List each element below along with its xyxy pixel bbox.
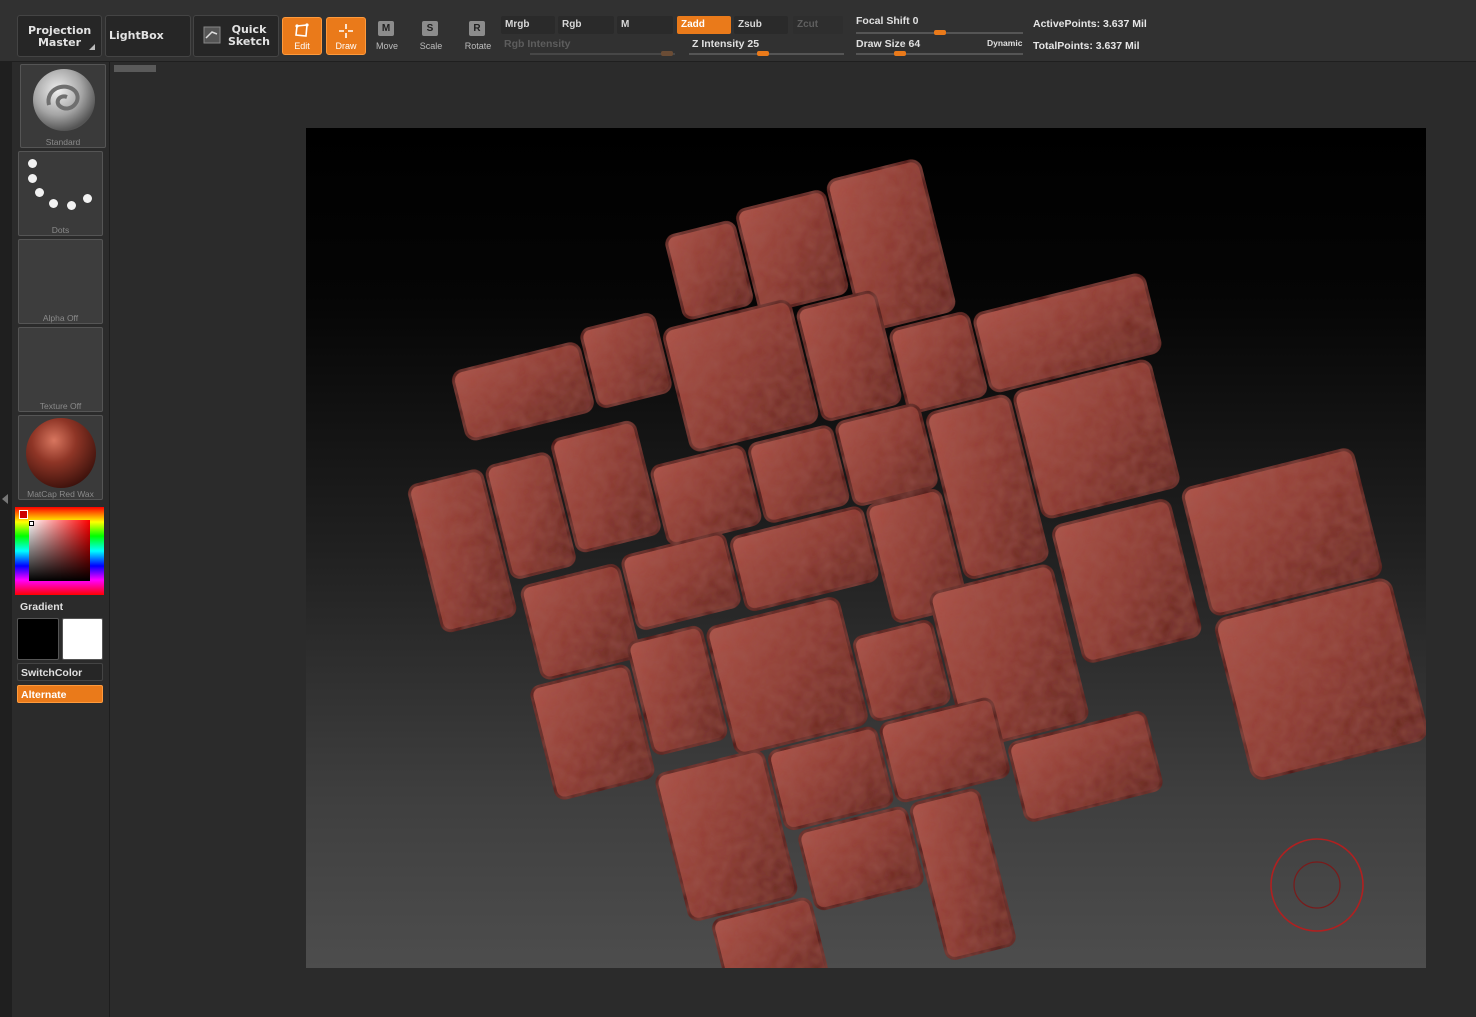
quick-sketch-button[interactable]: Quick Sketch (193, 15, 279, 57)
edit-label: Edit (294, 41, 310, 51)
brush-name: Standard (45, 137, 81, 147)
edit-button[interactable]: Edit (282, 17, 322, 55)
active-points-readout: ActivePoints: 3.637 Mil (1033, 18, 1147, 30)
main-color-swatch[interactable] (17, 618, 59, 660)
draw-size-knob[interactable] (894, 51, 906, 56)
left-tray (0, 62, 12, 1017)
stroke-dot (67, 201, 76, 210)
zcut-button[interactable]: Zcut (793, 16, 843, 34)
scale-label: Scale (419, 41, 443, 51)
material-name: MatCap Red Wax (27, 489, 94, 499)
alpha-selector[interactable]: Alpha Off (18, 239, 103, 324)
draw-label: Draw (335, 41, 357, 51)
focal-shift-label: Focal Shift 0 (856, 15, 919, 27)
z-intensity-knob[interactable] (757, 51, 769, 56)
alpha-name: Alpha Off (42, 313, 79, 323)
edit-icon (295, 23, 309, 37)
rgb-intensity-track[interactable] (530, 53, 675, 55)
alternate-button[interactable]: Alternate (17, 685, 103, 703)
texture-selector[interactable]: Texture Off (18, 327, 103, 412)
scale-button[interactable]: S Scale (412, 17, 450, 55)
total-points-readout: TotalPoints: 3.637 Mil (1033, 40, 1140, 52)
red-wax-sphere-icon (26, 418, 96, 488)
stroke-dot (28, 159, 37, 168)
rgb-intensity-knob[interactable] (661, 51, 673, 56)
document-canvas[interactable] (306, 128, 1426, 968)
mrgb-button[interactable]: Mrgb (501, 16, 555, 34)
left-shelf: Standard Dots Alpha Off Texture Off MatC… (12, 62, 110, 1017)
draw-size-label: Draw Size 64 (856, 38, 921, 50)
switch-color-button[interactable]: SwitchColor (17, 663, 103, 681)
cobblestone-mesh (408, 159, 1426, 968)
color-swatch-marker (19, 510, 28, 519)
tray-expand-arrow-icon[interactable] (2, 494, 8, 504)
projection-master-button[interactable]: Projection Master (17, 15, 102, 57)
draw-crosshair-icon (339, 24, 353, 38)
standard-brush-icon (33, 69, 95, 131)
lightbox-label: LightBox (109, 29, 164, 42)
stroke-selector[interactable]: Dots (18, 151, 103, 236)
m-button[interactable]: M (617, 16, 673, 34)
lightbox-button[interactable]: LightBox (105, 15, 191, 57)
stroke-name: Dots (51, 225, 70, 235)
corner-triangle-icon (89, 44, 95, 50)
zadd-button[interactable]: Zadd (677, 16, 731, 34)
color-picker[interactable] (15, 507, 104, 595)
color-saturation-square[interactable] (29, 520, 90, 581)
rotate-label: Rotate (464, 41, 492, 51)
move-button[interactable]: M Move (368, 17, 406, 55)
texture-name: Texture Off (39, 401, 82, 411)
draw-size-track[interactable] (856, 53, 1023, 55)
focal-shift-knob[interactable] (934, 30, 946, 35)
document-scroll-handle[interactable] (114, 65, 156, 72)
stroke-dot (83, 194, 92, 203)
material-selector[interactable]: MatCap Red Wax (18, 415, 103, 500)
brush-cursor-icon (1270, 838, 1364, 932)
scale-icon: S (422, 21, 438, 36)
rotate-icon: R (469, 21, 485, 36)
rgb-button[interactable]: Rgb (558, 16, 614, 34)
rgb-intensity-label: Rgb Intensity (504, 38, 571, 50)
stroke-dot (35, 188, 44, 197)
stroke-dot (28, 174, 37, 183)
rotate-button[interactable]: R Rotate (459, 17, 497, 55)
stroke-dot (49, 199, 58, 208)
zsub-button[interactable]: Zsub (734, 16, 788, 34)
secondary-color-swatch[interactable] (62, 618, 103, 660)
color-picker-cursor (29, 521, 34, 526)
brush-selector[interactable]: Standard (20, 64, 106, 148)
draw-button[interactable]: Draw (326, 17, 366, 55)
quick-sketch-label: Quick Sketch (227, 23, 270, 48)
move-label: Move (375, 41, 398, 51)
sketch-icon (203, 26, 221, 44)
move-icon: M (378, 21, 394, 36)
z-intensity-label: Z Intensity 25 (692, 38, 760, 50)
dynamic-toggle[interactable]: Dynamic (987, 38, 1022, 48)
top-toolbar: Projection Master LightBox Quick Sketch … (0, 0, 1476, 62)
gradient-label[interactable]: Gradient (17, 598, 103, 616)
